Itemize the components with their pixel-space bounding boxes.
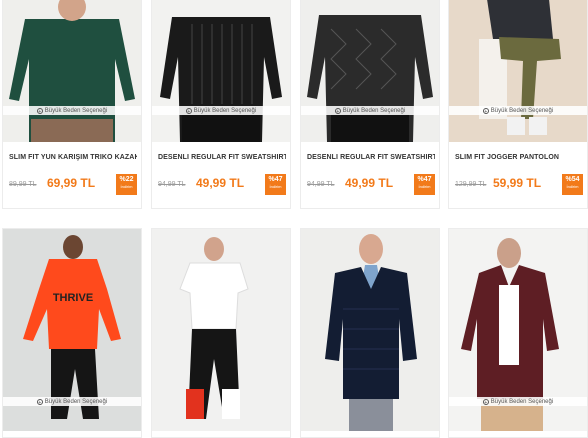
- product-photo-green-sweater-icon: [9, 0, 135, 142]
- product-photo-patterned-sweatshirt-icon: [160, 17, 282, 142]
- product-photo-patterned-sweatshirt-icon: [307, 15, 433, 142]
- plus-icon: +: [482, 107, 489, 115]
- product-name[interactable]: DESENLİ REGULAR FİT SWEATSHİRT: [307, 154, 435, 161]
- product-image[interactable]: [152, 0, 290, 142]
- size-option-badge: + Büyük Beden Seçeneği: [152, 106, 290, 115]
- product-image[interactable]: [301, 0, 439, 142]
- discount-badge: %22 İndirim: [116, 174, 137, 195]
- discount-badge: %47 İndirim: [414, 174, 435, 195]
- plus-icon: +: [36, 107, 43, 115]
- product-name[interactable]: DESENLİ REGULAR FİT SWEATSHİRT: [158, 154, 286, 161]
- size-option-badge: + Büyük Beden Seçeneği: [3, 397, 141, 406]
- hoodie-print-text: THRIVE: [53, 292, 93, 304]
- product-image[interactable]: [449, 0, 587, 142]
- product-card[interactable]: + Büyük Beden Seçeneği DESENLİ REGULAR Fİ…: [151, 0, 291, 209]
- product-card[interactable]: THRIVE + Büyük Beden Seçeneği: [2, 228, 142, 438]
- product-image[interactable]: [3, 0, 141, 142]
- size-option-badge: + Büyük Beden Seçeneği: [3, 106, 141, 115]
- plus-icon: +: [482, 398, 489, 406]
- current-price: 69,99 TL: [47, 176, 96, 190]
- product-image[interactable]: [152, 229, 290, 431]
- old-price: 129,99 TL: [455, 181, 487, 188]
- product-card[interactable]: + Büyük Beden Seçeneği SLİM FİT JOGGER PA…: [448, 0, 588, 209]
- plus-icon: +: [334, 107, 341, 115]
- discount-badge: %47 İndirim: [265, 174, 286, 195]
- size-option-badge: + Büyük Beden Seçeneği: [301, 106, 439, 115]
- old-price: 94,99 TL: [158, 181, 186, 188]
- discount-badge: %54 İndirim: [562, 174, 583, 195]
- product-card[interactable]: + Büyük Beden Seçeneği DESENLİ REGULAR Fİ…: [300, 0, 440, 209]
- product-photo-jogger-pants-icon: [179, 237, 249, 419]
- product-card[interactable]: [300, 228, 440, 438]
- product-photo-navy-jacket-icon: [325, 234, 417, 431]
- product-name[interactable]: SLİM FİT JOGGER PANTOLON: [455, 154, 583, 161]
- old-price: 89,99 TL: [9, 181, 37, 188]
- current-price: 49,99 TL: [345, 176, 394, 190]
- old-price: 94,99 TL: [307, 181, 335, 188]
- product-name[interactable]: SLİM FİT YÜN KARIŞIM TRİKO KAZAK: [9, 154, 137, 161]
- product-photo-jogger-pants-icon: [479, 0, 561, 135]
- plus-icon: +: [185, 107, 192, 115]
- product-card[interactable]: + Büyük Beden Seçeneği: [448, 228, 588, 438]
- current-price: 49,99 TL: [196, 176, 245, 190]
- current-price: 59,99 TL: [493, 176, 542, 190]
- product-card[interactable]: + Büyük Beden Seçeneği SLİM FİT YÜN KARIŞ…: [2, 0, 142, 209]
- size-option-badge: + Büyük Beden Seçeneği: [449, 397, 587, 406]
- product-card[interactable]: [151, 228, 291, 438]
- product-image[interactable]: [301, 229, 439, 431]
- size-option-badge: + Büyük Beden Seçeneği: [449, 106, 587, 115]
- plus-icon: +: [36, 398, 43, 406]
